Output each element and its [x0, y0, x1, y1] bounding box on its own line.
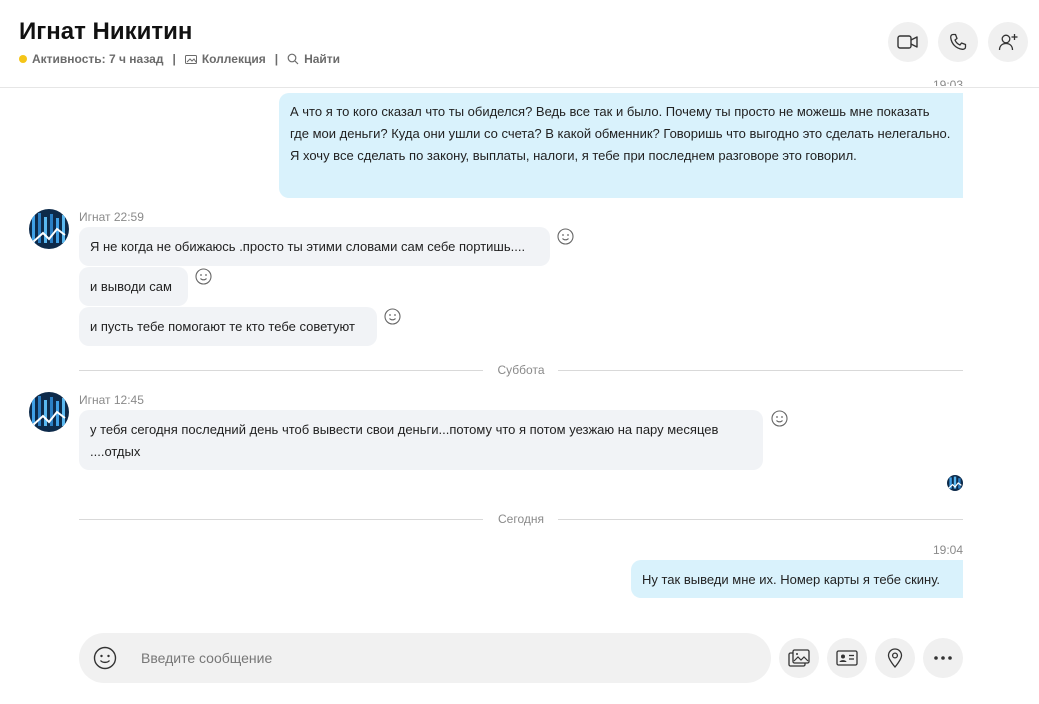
smiley-reaction-icon[interactable]: [771, 410, 788, 427]
audio-call-button[interactable]: [938, 22, 978, 62]
day-divider: Суббота: [79, 363, 963, 377]
emoji-icon[interactable]: [93, 646, 117, 670]
avatar[interactable]: [29, 209, 69, 249]
video-call-button[interactable]: [888, 22, 928, 62]
incoming-message[interactable]: и пусть тебе помогают те кто тебе совету…: [79, 307, 377, 346]
message-line: ....отдых: [90, 444, 141, 459]
add-people-button[interactable]: [988, 22, 1028, 62]
gallery-icon: [184, 54, 197, 64]
activity-status: Активность: 7 ч назад: [32, 52, 164, 66]
more-icon: [934, 656, 952, 660]
location-icon: [887, 648, 903, 668]
divider-line: [558, 519, 963, 520]
message-line: у тебя сегодня последний день чтоб вывес…: [90, 422, 719, 437]
contact-name[interactable]: Игнат Никитин: [19, 18, 192, 46]
message-composer: [79, 633, 771, 683]
separator: |: [274, 52, 279, 66]
message-input[interactable]: [141, 646, 741, 670]
sender-and-time: Игнат 22:59: [79, 210, 144, 224]
separator: |: [172, 52, 176, 66]
contact-card-icon: [836, 650, 858, 666]
chat-header: Игнат Никитин Активность: 7 ч назад | Ко…: [0, 0, 1039, 88]
sender-and-time: Игнат 12:45: [79, 393, 144, 407]
incoming-message[interactable]: у тебя сегодня последний день чтоб вывес…: [79, 410, 763, 470]
read-receipt-avatar: [947, 475, 963, 491]
send-media-button[interactable]: [779, 638, 819, 678]
add-person-icon: [998, 34, 1018, 51]
send-contact-button[interactable]: [827, 638, 867, 678]
avatar[interactable]: [29, 392, 69, 432]
chat-window: Игнат Никитин Активность: 7 ч назад | Ко…: [0, 0, 1039, 704]
avatar-image-icon: [29, 392, 69, 432]
smiley-reaction-icon[interactable]: [384, 308, 401, 325]
divider-line: [558, 370, 963, 371]
smiley-reaction-icon[interactable]: [195, 268, 212, 285]
smiley-reaction-icon[interactable]: [557, 228, 574, 245]
phone-icon: [950, 33, 967, 50]
read-receipt-icon: [947, 475, 963, 491]
header-subline: Активность: 7 ч назад | Коллекция | Найт…: [19, 52, 340, 66]
more-options-button[interactable]: [923, 638, 963, 678]
media-icon: [788, 649, 810, 667]
incoming-message[interactable]: и выводи сам: [79, 267, 188, 306]
send-location-button[interactable]: [875, 638, 915, 678]
video-call-icon: [897, 35, 918, 49]
search-icon: [287, 53, 299, 65]
status-dot-icon: [19, 55, 27, 63]
outgoing-message[interactable]: А что я то кого сказал что ты обиделся? …: [279, 93, 963, 198]
find-link[interactable]: Найти: [304, 52, 340, 66]
incoming-message[interactable]: Я не когда не обижаюсь .просто ты этими …: [79, 227, 550, 266]
avatar-image-icon: [29, 209, 69, 249]
day-divider: Сегодня: [79, 512, 963, 526]
outgoing-message[interactable]: Ну так выведи мне их. Номер карты я тебе…: [631, 560, 963, 598]
message-time: 19:04: [932, 543, 963, 557]
gallery-link[interactable]: Коллекция: [202, 52, 266, 66]
message-time: 19:03: [932, 78, 963, 86]
